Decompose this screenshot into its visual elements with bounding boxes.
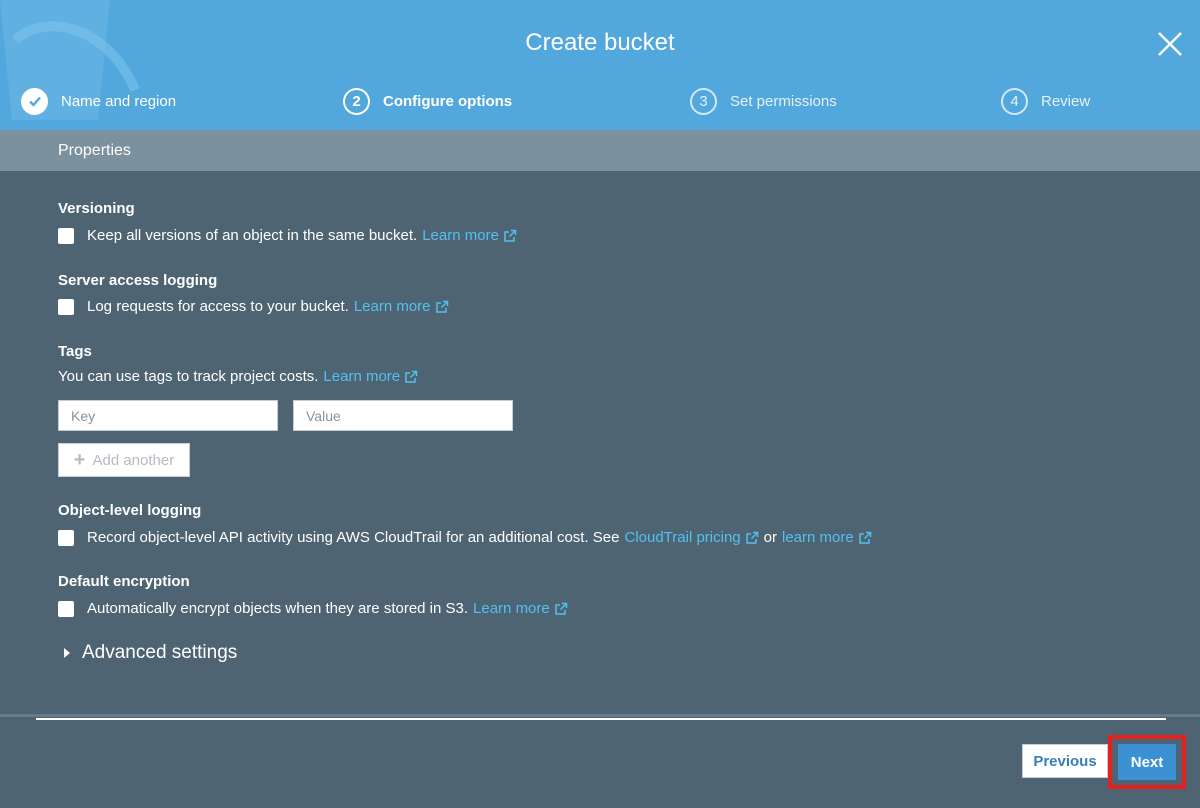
- tags-learn-more-link[interactable]: Learn more: [323, 368, 418, 385]
- object-logging-option: Record object-level API activity using A…: [58, 529, 872, 546]
- step-name-and-region[interactable]: Name and region: [21, 86, 176, 116]
- access-logging-title: Server access logging: [58, 272, 218, 289]
- check-icon: [21, 87, 48, 115]
- access-logging-checkbox[interactable]: [58, 298, 74, 315]
- external-link-icon: [745, 531, 758, 544]
- access-logging-option: Log requests for access to your bucket. …: [58, 298, 449, 315]
- or-text: or: [763, 529, 777, 546]
- encryption-learn-more-link[interactable]: Learn more: [473, 600, 568, 617]
- tags-description: You can use tags to track project costs.…: [58, 368, 418, 385]
- step-label: Review: [1041, 92, 1091, 110]
- step-set-permissions[interactable]: 3 Set permissions: [690, 86, 837, 116]
- step-number: 4: [1001, 87, 1028, 115]
- external-link-icon: [504, 229, 517, 242]
- step-number: 3: [690, 87, 717, 115]
- object-logging-text: Record object-level API activity using A…: [87, 529, 620, 546]
- object-logging-learn-more-link[interactable]: learn more: [782, 529, 872, 546]
- plus-icon: +: [73, 448, 86, 471]
- versioning-option: Keep all versions of an object in the sa…: [58, 227, 517, 244]
- external-link-icon: [555, 602, 567, 615]
- step-label: Name and region: [61, 92, 177, 110]
- wizard-header: Create bucket Name and region 2 Configur…: [0, 0, 1200, 130]
- cloudtrail-pricing-link[interactable]: CloudTrail pricing: [624, 529, 758, 546]
- add-another-tag-button[interactable]: + Add another: [58, 443, 190, 477]
- encryption-option: Automatically encrypt objects when they …: [58, 600, 568, 617]
- tags-text: You can use tags to track project costs.: [58, 368, 319, 385]
- access-logging-learn-more-link[interactable]: Learn more: [354, 298, 449, 315]
- encryption-title: Default encryption: [58, 573, 190, 590]
- tag-value-input[interactable]: Value: [293, 400, 513, 431]
- encryption-text: Automatically encrypt objects when they …: [87, 600, 469, 617]
- step-label: Set permissions: [730, 92, 837, 110]
- page-title: Create bucket: [525, 29, 675, 56]
- advanced-settings-toggle[interactable]: Advanced settings: [64, 642, 237, 664]
- footer-divider: [0, 714, 1200, 717]
- add-another-label: Add another: [92, 451, 175, 469]
- close-icon[interactable]: [1154, 28, 1186, 60]
- step-number: 2: [343, 87, 370, 115]
- footer-rule: [36, 718, 1166, 720]
- next-button[interactable]: Next: [1118, 744, 1176, 780]
- object-logging-title: Object-level logging: [58, 502, 202, 519]
- properties-bar: Properties: [0, 130, 1200, 171]
- caret-right-icon: [64, 648, 70, 658]
- advanced-settings-label: Advanced settings: [82, 642, 238, 663]
- versioning-text: Keep all versions of an object in the sa…: [87, 227, 418, 244]
- step-configure-options[interactable]: 2 Configure options: [343, 86, 512, 116]
- versioning-title: Versioning: [58, 200, 135, 217]
- step-label: Configure options: [383, 92, 513, 110]
- encryption-checkbox[interactable]: [58, 600, 74, 617]
- step-review[interactable]: 4 Review: [1001, 86, 1090, 116]
- external-link-icon: [858, 531, 871, 544]
- properties-title: Properties: [58, 142, 131, 159]
- access-logging-text: Log requests for access to your bucket.: [87, 298, 349, 315]
- versioning-checkbox[interactable]: [58, 227, 74, 244]
- previous-button[interactable]: Previous: [1022, 744, 1108, 778]
- external-link-icon: [435, 300, 448, 313]
- tag-key-input[interactable]: Key: [58, 400, 278, 431]
- versioning-learn-more-link[interactable]: Learn more: [422, 227, 517, 244]
- external-link-icon: [405, 370, 418, 383]
- object-logging-checkbox[interactable]: [58, 529, 74, 546]
- tags-title: Tags: [58, 343, 92, 360]
